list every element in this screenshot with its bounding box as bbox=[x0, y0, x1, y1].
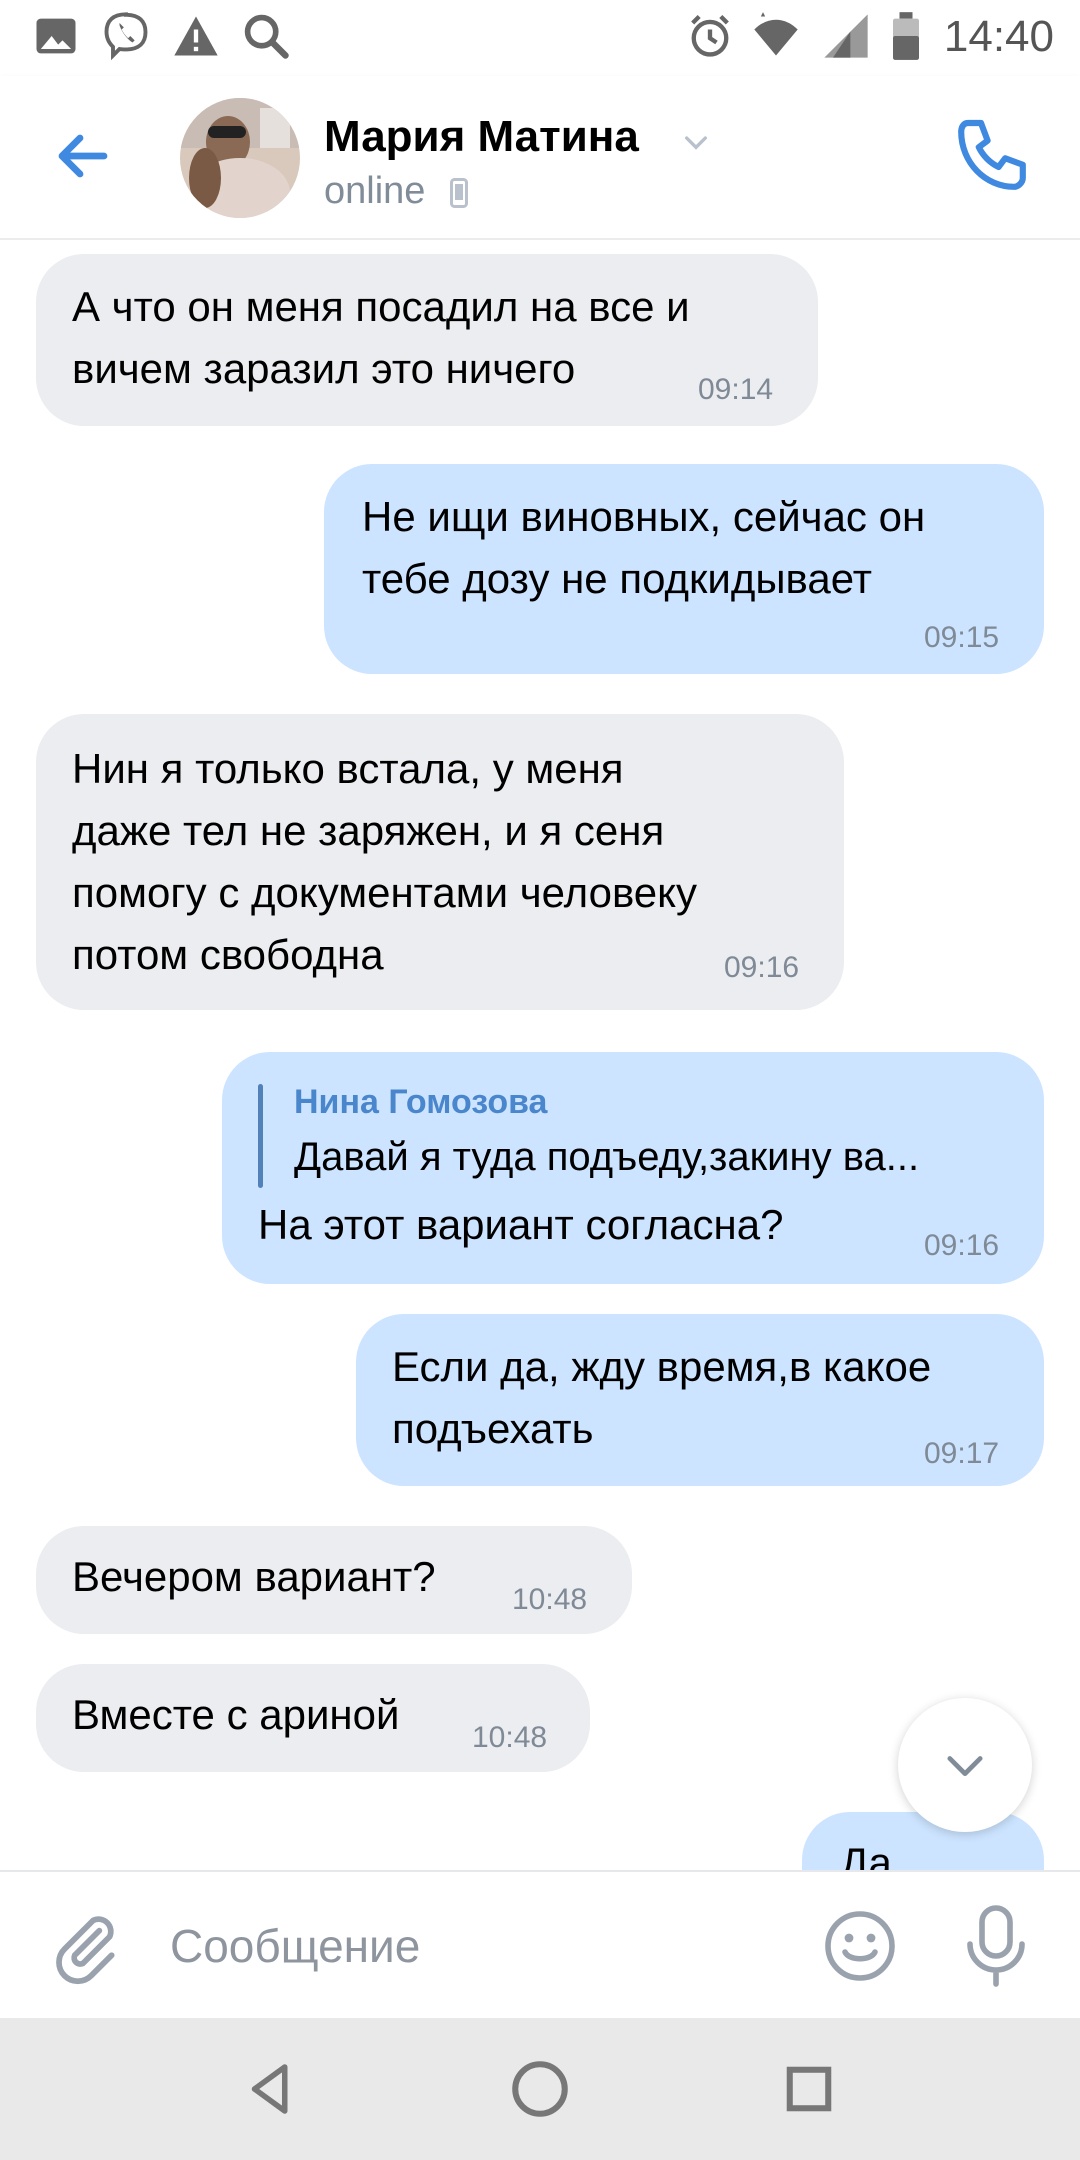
phone-icon[interactable] bbox=[948, 112, 1036, 200]
phone-device-icon bbox=[449, 177, 468, 208]
avatar[interactable] bbox=[180, 98, 300, 218]
contact-name[interactable]: Мария Матина bbox=[324, 110, 639, 164]
message-text: Вместе с ариной bbox=[72, 1691, 400, 1738]
message-bubble-outgoing[interactable]: Не ищи виновных, сейчас он тебе дозу не … bbox=[324, 464, 1044, 674]
message-time: 10:48 bbox=[472, 1721, 548, 1754]
message-input[interactable] bbox=[170, 1910, 770, 1982]
message-bubble-outgoing[interactable]: Если да, жду время,в какое подъехать 09:… bbox=[356, 1314, 1044, 1486]
message-bubble-outgoing-reply[interactable]: Нина Гомозова Давай я туда подъеду,закин… bbox=[222, 1052, 1044, 1284]
battery-icon bbox=[893, 12, 919, 60]
status-bar: 14:40 bbox=[0, 0, 1080, 76]
message-time: 09:16 bbox=[724, 951, 800, 984]
scroll-down-button[interactable] bbox=[898, 1698, 1032, 1832]
paperclip-icon[interactable] bbox=[44, 1906, 126, 1988]
search-icon bbox=[244, 14, 289, 59]
message-bubble-incoming[interactable]: Вечером вариант? 10:48 bbox=[36, 1526, 632, 1634]
message-text: Вечером вариант? bbox=[72, 1553, 436, 1600]
warning-icon bbox=[174, 16, 218, 56]
message-time: 09:16 bbox=[924, 1229, 1000, 1262]
reply-author[interactable]: Нина Гомозова bbox=[294, 1082, 547, 1122]
chevron-down-icon[interactable] bbox=[680, 126, 712, 158]
status-text: online bbox=[324, 170, 426, 212]
viber-icon bbox=[104, 12, 148, 61]
reply-text[interactable]: Давай я туда подъеду,закину ва... bbox=[294, 1132, 919, 1182]
recents-square-icon[interactable] bbox=[776, 2056, 842, 2122]
home-circle-icon[interactable] bbox=[507, 2056, 573, 2122]
chevron-down-icon bbox=[947, 1756, 983, 1777]
message-text: На этот вариант согласна? bbox=[258, 1201, 784, 1248]
wifi-icon bbox=[754, 12, 798, 56]
back-triangle-icon[interactable] bbox=[238, 2056, 304, 2122]
message-bubble-incoming[interactable]: Нин я только встала, у меня даже тел не … bbox=[36, 714, 844, 1010]
microphone-icon[interactable] bbox=[956, 1902, 1036, 1990]
signal-icon bbox=[824, 14, 868, 58]
message-time: 09:17 bbox=[924, 1437, 1000, 1470]
message-time: 10:48 bbox=[512, 1583, 588, 1616]
image-icon bbox=[36, 18, 76, 54]
chat-header: Мария Матина online bbox=[0, 76, 1080, 240]
message-time: 09:15 bbox=[924, 621, 1000, 654]
arrow-left-icon[interactable] bbox=[44, 116, 124, 196]
message-text: Нин я только встала, у меня даже тел не … bbox=[72, 745, 698, 978]
message-text: Да bbox=[840, 1839, 892, 1870]
avatar-photo bbox=[180, 98, 300, 218]
system-navbar bbox=[0, 2018, 1080, 2160]
message-bubble-outgoing[interactable]: Да bbox=[802, 1812, 1044, 1870]
message-composer bbox=[0, 1870, 1080, 2018]
smile-icon[interactable] bbox=[820, 1906, 900, 1986]
reply-bar bbox=[258, 1084, 263, 1188]
status-time: 14:40 bbox=[943, 12, 1054, 61]
alarm-icon bbox=[691, 14, 729, 57]
message-bubble-incoming[interactable]: А что он меня посадил на все и вичем зар… bbox=[36, 254, 818, 426]
message-list[interactable]: А что он меня посадил на все и вичем зар… bbox=[0, 240, 1080, 1870]
message-time: 09:14 bbox=[698, 373, 774, 406]
message-bubble-incoming[interactable]: Вместе с ариной 10:48 bbox=[36, 1664, 590, 1772]
message-text: Не ищи виновных, сейчас он тебе дозу не … bbox=[362, 493, 926, 602]
contact-status: online bbox=[324, 168, 468, 214]
